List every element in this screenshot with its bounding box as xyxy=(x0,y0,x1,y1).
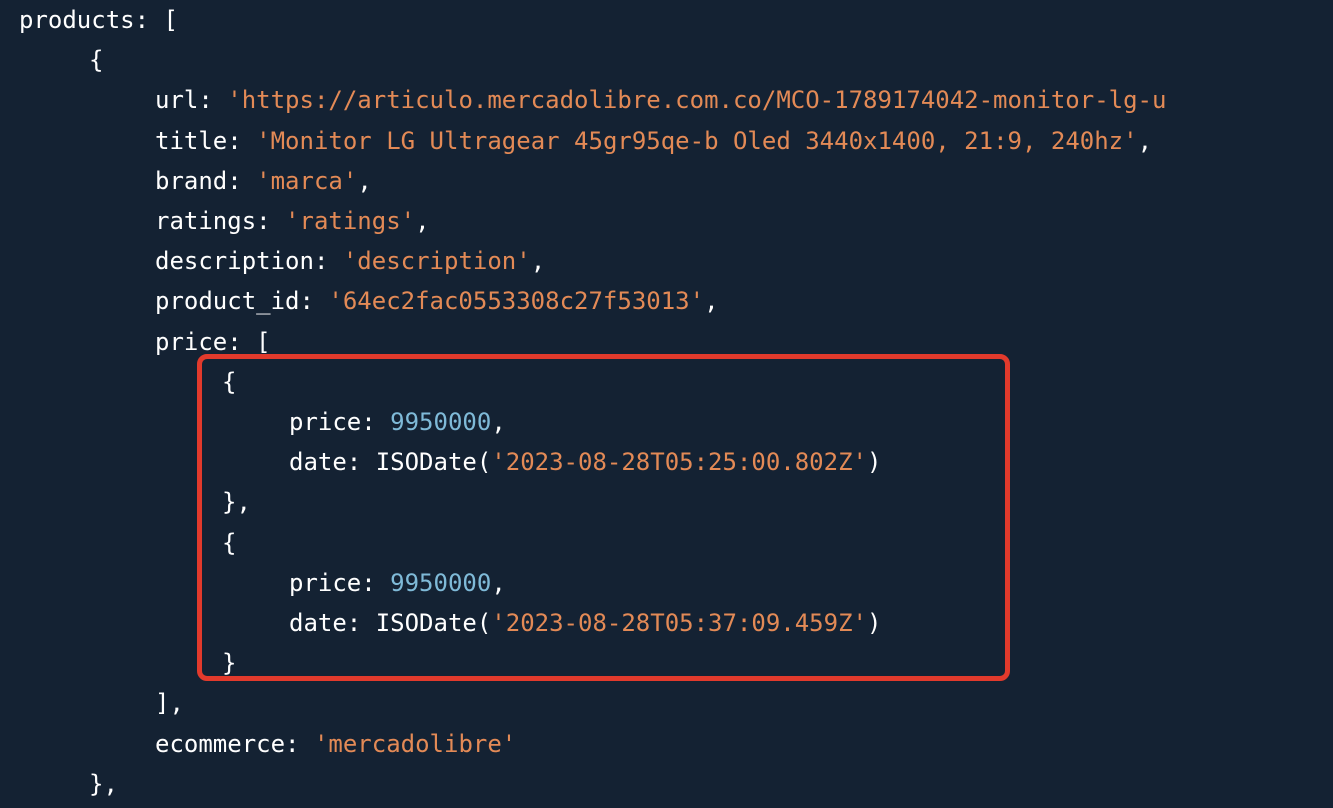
code-token: ratings: xyxy=(155,207,286,235)
string-literal: 'https://articulo.mercadolibre.com.co/MC… xyxy=(227,86,1167,114)
code-line: ecommerce: 'mercadolibre' xyxy=(155,729,516,759)
code-viewer: products: [ { url: 'https://articulo.merca… xyxy=(0,0,1333,808)
code-line: title: 'Monitor LG Ultragear 45gr95qe-b … xyxy=(155,126,1152,156)
code-token: product_id: xyxy=(155,287,329,315)
code-line: url: 'https://articulo.mercadolibre.com.… xyxy=(155,85,1166,115)
code-token: price: xyxy=(289,569,391,597)
code-token: date: ISODate( xyxy=(289,609,492,637)
code-token: price: xyxy=(289,408,391,436)
code-token: brand: xyxy=(155,167,257,195)
code-line: product_id: '64ec2fac0553308c27f53013', xyxy=(155,286,719,316)
code-token: url: xyxy=(155,86,228,114)
string-literal: '64ec2fac0553308c27f53013' xyxy=(328,287,705,315)
code-token: products: [ xyxy=(19,6,178,34)
code-token: price: [ xyxy=(155,328,271,356)
string-literal: 'Monitor LG Ultragear 45gr95qe-b Oled 34… xyxy=(256,127,1138,155)
code-token: , xyxy=(415,207,430,235)
code-token: , xyxy=(491,569,506,597)
code-line: description: 'description', xyxy=(155,246,545,276)
code-token: }, xyxy=(222,488,251,516)
code-token: , xyxy=(530,247,546,275)
code-line: { xyxy=(222,528,236,558)
code-token: { xyxy=(222,529,237,557)
code-token: ], xyxy=(155,689,184,717)
code-line: price: 9950000, xyxy=(289,407,506,437)
string-literal: '2023-08-28T05:37:09.459Z' xyxy=(491,609,867,637)
string-literal: 'marca' xyxy=(256,167,358,195)
code-line: } xyxy=(222,648,236,678)
string-literal: 'description' xyxy=(342,247,531,275)
code-token: , xyxy=(1137,127,1153,155)
number-literal: 9950000 xyxy=(390,408,492,436)
code-line: date: ISODate('2023-08-28T05:25:00.802Z'… xyxy=(289,447,881,477)
code-token: { xyxy=(89,46,104,74)
code-line: ], xyxy=(155,688,184,718)
code-token: ) xyxy=(866,609,882,637)
code-line: price: [ xyxy=(155,327,271,357)
code-line: date: ISODate('2023-08-28T05:37:09.459Z'… xyxy=(289,608,881,638)
code-token: title: xyxy=(155,127,257,155)
string-literal: 'ratings' xyxy=(285,207,416,235)
code-token: description: xyxy=(155,247,343,275)
code-line: { xyxy=(222,367,236,397)
code-token: ) xyxy=(866,448,882,476)
code-line: price: 9950000, xyxy=(289,568,506,598)
code-line: brand: 'marca', xyxy=(155,166,372,196)
code-line: ratings: 'ratings', xyxy=(155,206,430,236)
number-literal: 9950000 xyxy=(390,569,492,597)
string-literal: 'mercadolibre' xyxy=(313,730,517,758)
code-line: }, xyxy=(222,487,251,517)
code-token: , xyxy=(704,287,719,315)
code-token: date: ISODate( xyxy=(289,448,492,476)
code-token: , xyxy=(491,408,506,436)
code-line: products: [ xyxy=(19,5,178,35)
code-token: }, xyxy=(89,770,118,798)
code-line: { xyxy=(89,45,103,75)
code-token: } xyxy=(222,649,237,677)
string-literal: '2023-08-28T05:25:00.802Z' xyxy=(491,448,867,476)
code-line: }, xyxy=(89,769,118,799)
code-token: { xyxy=(222,368,237,396)
code-token: , xyxy=(357,167,372,195)
code-token: ecommerce: xyxy=(155,730,314,758)
